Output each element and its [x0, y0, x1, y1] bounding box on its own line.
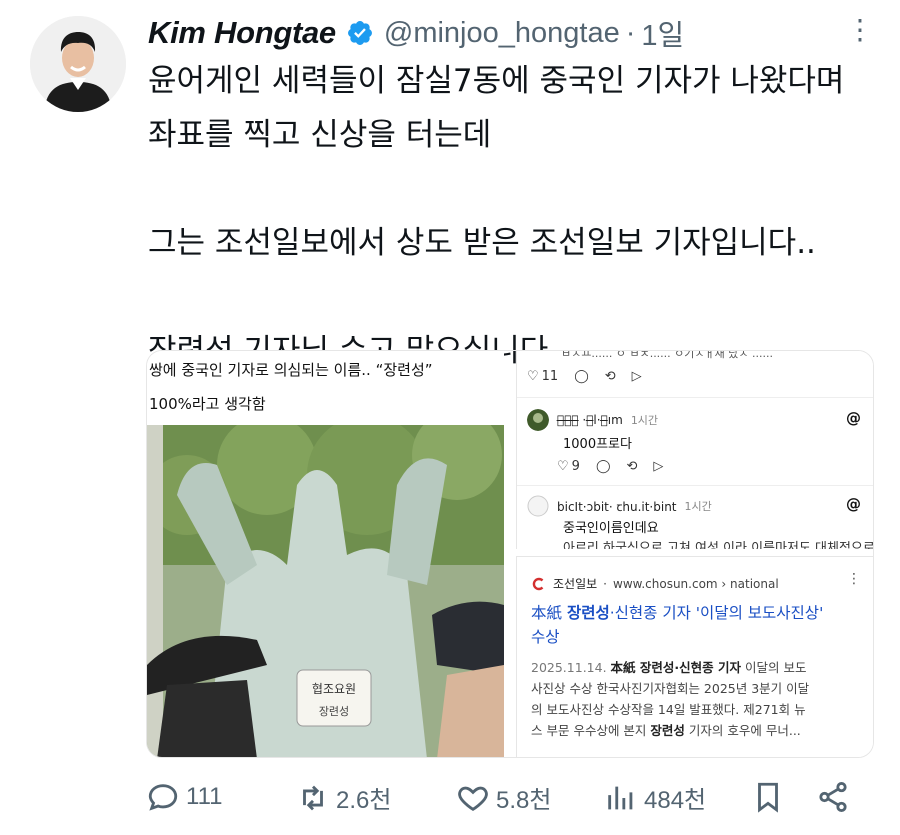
threads-comment-text: 아르리 하국식으로 고쳐 여성 이라 이름마저도 대체적으로 [563, 541, 874, 549]
author-name[interactable]: Kim Hongtae [148, 15, 336, 51]
more-dots-icon[interactable]: ⋮ [847, 571, 861, 587]
like-icon [458, 786, 488, 811]
media-grid[interactable]: 쌍에 중국인 기자로 의심되는 이름.. “장련성” 100%라고 생각함 협조… [146, 350, 874, 758]
search-source: 조선일보 · www.chosun.com › national [531, 575, 779, 592]
search-result-snippet: 2025.11.14. 本紙 장련성·신현종 기자 이달의 보도 사진상 수상 … [531, 660, 810, 738]
author-handle[interactable]: @minjoo_hongtae [384, 17, 620, 50]
send-icon: ▷ [653, 459, 664, 474]
threads-actions-row: ♡ 9 ◯ ⟲ ▷ [557, 459, 663, 474]
repost-icon: ⟲ [626, 459, 638, 474]
badge-name: 장련성 [319, 705, 349, 718]
threads-comment-text: 1000프로다 [563, 437, 632, 452]
like-button[interactable]: 5.8천 [456, 780, 551, 815]
share-button[interactable] [816, 780, 850, 814]
photo-caption: 쌍에 중국인 기자로 의심되는 이름.. “장련성” [149, 361, 433, 379]
media-threads-screenshot[interactable]: ㅂㅈㅛ...... ㅇ ㅂㅊ...... ㅇ기ㅈㅐ재 났ㅈ ...... ♡ 11… [516, 351, 874, 549]
comment-icon: ◯ [574, 369, 589, 384]
heart-icon: ♡ 11 [527, 369, 559, 384]
send-icon: ▷ [631, 369, 642, 384]
media-search-result[interactable]: 조선일보 · www.chosun.com › national ⋮ 本紙 장련… [516, 556, 873, 757]
badge-title: 협조요원 [312, 682, 356, 696]
bookmark-icon [758, 782, 778, 813]
reply-icon [148, 784, 178, 811]
tweet-header: Kim Hongtae @minjoo_hongtae · 1일 [148, 10, 880, 56]
threads-actions-row: ♡ 11 ◯ ⟲ ▷ [527, 369, 642, 384]
retweet-icon [303, 785, 323, 810]
tweet-line: 좌표를 찍고 신상을 터는데 [148, 117, 492, 153]
threads-comment-user: bicIt·ɔbit· ꞇhu.it·bint 1시간 [527, 495, 712, 517]
user-avatar [527, 409, 549, 431]
reply-button[interactable]: 111 [146, 780, 222, 814]
threads-logo-icon: @ [846, 495, 861, 513]
tweet-text: 윤어게인 세력들이 잠실7동에 중국인 기자가 나왔다며 좌표를 찍고 신상을 … [148, 54, 878, 378]
threads-logo-icon: @ [846, 409, 861, 427]
author-avatar[interactable] [30, 16, 126, 112]
tweet-line: 그는 조선일보에서 상도 받은 조선일보 기자입니다.. [148, 225, 816, 261]
photo-caption: 100%라고 생각함 [149, 395, 266, 413]
retweet-button[interactable]: 2.6천 [296, 780, 391, 815]
user-avatar [527, 495, 549, 517]
comment-icon: ◯ [595, 459, 611, 474]
repost-icon: ⟲ [604, 369, 616, 384]
tweet-actions: 111 2.6천 5.8천 484천 [146, 780, 866, 824]
search-result-title[interactable]: 本紙 장련성·신현종 기자 '이달의 보도사진상' 수상 [531, 601, 861, 649]
media-photo-left[interactable]: 쌍에 중국인 기자로 의심되는 이름.. “장련성” 100%라고 생각함 협조… [147, 351, 504, 757]
photo-image: 협조요원 장련성 [147, 425, 504, 757]
threads-comment-text: 중국인이름인데요 [563, 521, 659, 536]
chosun-logo-icon [531, 576, 547, 591]
threads-fragment: ㅂㅈㅛ...... ㅇ ㅂㅊ...... ㅇ기ㅈㅐ재 났ㅈ ...... [561, 351, 773, 360]
tweet-line: 윤어게인 세력들이 잠실7동에 중국인 기자가 나왔다며 [148, 63, 845, 99]
threads-comment-user: ㅅ̶ㄴ̶ㅂ̶ ·ㅂ̶l·ㅂ̶ım 1시간 [527, 409, 658, 431]
share-icon [819, 781, 847, 813]
heart-icon: ♡ 9 [557, 459, 580, 474]
more-dots-icon[interactable]: ⋮ [846, 16, 874, 44]
separator-dot: · [625, 16, 636, 49]
bookmark-button[interactable] [751, 780, 785, 814]
verified-badge-icon [347, 21, 372, 45]
views-icon [608, 786, 633, 809]
tweet-time[interactable]: 1일 [641, 12, 684, 54]
views-button[interactable]: 484천 [604, 780, 706, 815]
